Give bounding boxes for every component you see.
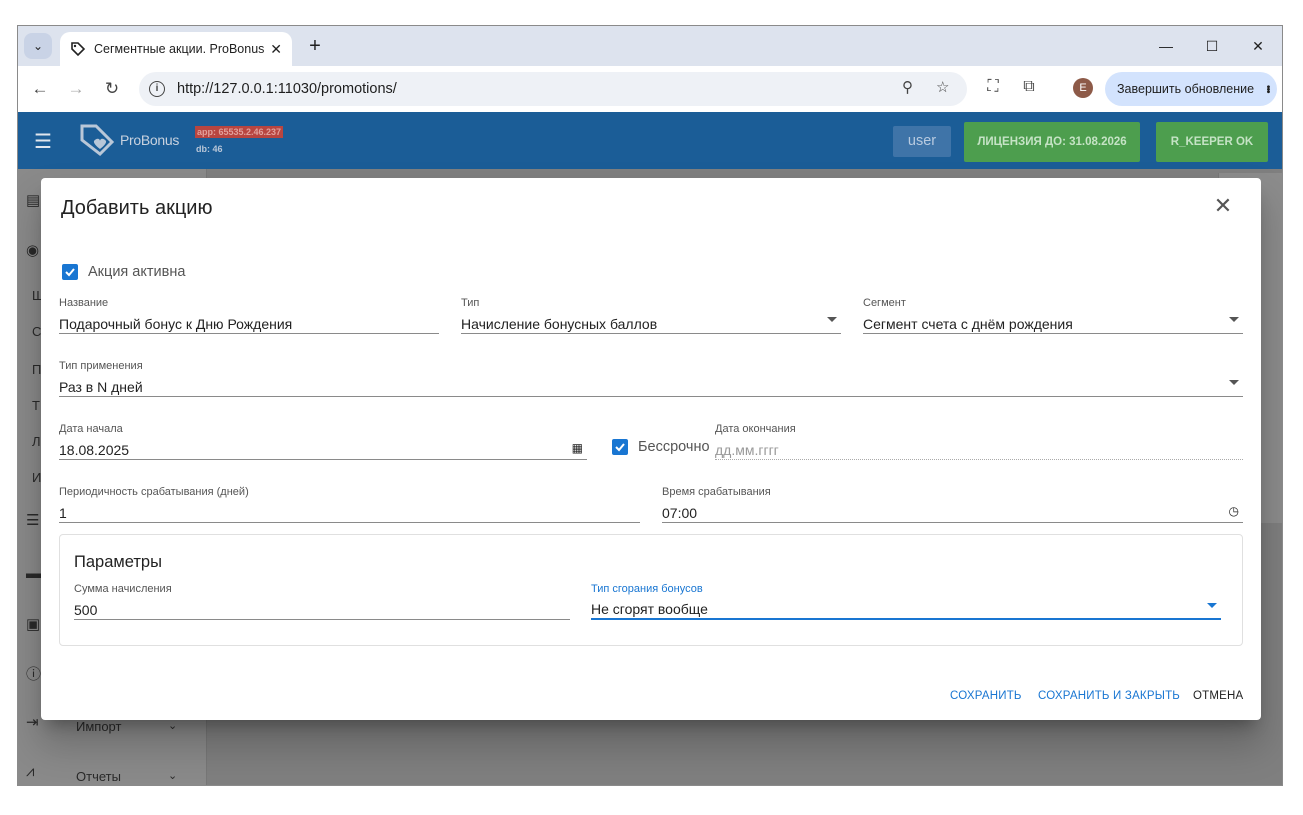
calendar-icon[interactable]: ▦: [572, 441, 583, 455]
active-checkbox[interactable]: Акция активна: [62, 264, 185, 280]
tab-title: Сегментные акции. ProBonus: [94, 42, 265, 56]
app-version: app: 65535.2.46.237: [195, 126, 284, 138]
trigger-time-input[interactable]: 07:00: [662, 503, 1243, 523]
start-date-field[interactable]: Дата начала 18.08.2025 ▦: [59, 423, 587, 460]
browser-window: ⌄ Сегментные акции. ProBonus ✕ + — ☐ ✕ ←…: [17, 25, 1283, 786]
tag-icon: [70, 41, 86, 57]
profile-avatar[interactable]: E: [1073, 78, 1093, 98]
indefinite-label: Бессрочно: [638, 439, 710, 455]
chart-icon[interactable]: ⩘: [26, 763, 44, 781]
checkbox-checked-icon[interactable]: [612, 439, 628, 455]
type-value[interactable]: Начисление бонусных баллов: [461, 314, 841, 334]
tab-strip: ⌄ Сегментные акции. ProBonus ✕ + — ☐ ✕: [18, 26, 1282, 66]
logo-tag-icon: [80, 124, 115, 156]
screenshot-icon[interactable]: ⛶: [982, 78, 1004, 96]
db-version: db: 46: [196, 144, 223, 154]
minimize-button[interactable]: —: [1146, 34, 1186, 58]
zoom-icon[interactable]: ⚲: [902, 78, 913, 96]
extensions-icon[interactable]: ⧉: [1018, 78, 1040, 96]
app-header: ☰ ProBonus app: 65535.2.46.237 db: 46 us…: [18, 112, 1282, 169]
segment-select[interactable]: Сегмент Сегмент счета с днём рождения: [863, 297, 1243, 334]
cancel-button[interactable]: ОТМЕНА: [1193, 690, 1243, 702]
start-date-input[interactable]: 18.08.2025: [59, 440, 587, 460]
name-field[interactable]: Название Подарочный бонус к Дню Рождения: [59, 297, 439, 334]
save-button[interactable]: СОХРАНИТЬ: [950, 690, 1022, 702]
end-date-field: Дата окончания дд.мм.гггг: [715, 423, 1243, 460]
probonus-logo: ProBonus: [78, 122, 179, 158]
period-field[interactable]: Периодичность срабатывания (дней) 1: [59, 486, 640, 523]
save-and-close-button[interactable]: СОХРАНИТЬ И ЗАКРЫТЬ: [1038, 690, 1180, 702]
update-button[interactable]: Завершить обновление •••: [1105, 72, 1277, 106]
sidebar-item-5[interactable]: Л: [32, 434, 41, 449]
start-date-label: Дата начала: [59, 423, 123, 435]
amount-input[interactable]: 500: [74, 600, 570, 620]
type-select[interactable]: Тип Начисление бонусных баллов: [461, 297, 841, 334]
segment-value[interactable]: Сегмент счета с днём рождения: [863, 314, 1243, 334]
trigger-time-field[interactable]: Время срабатывания 07:00 ◷: [662, 486, 1243, 523]
active-checkbox-label: Акция активна: [88, 264, 186, 280]
segment-label: Сегмент: [863, 297, 906, 309]
rkeeper-status-button[interactable]: R_KEEPER OK: [1156, 122, 1268, 162]
period-input[interactable]: 1: [59, 503, 640, 523]
logo-text: ProBonus: [120, 132, 180, 148]
sidebar-item-4[interactable]: Т: [32, 398, 40, 413]
license-button[interactable]: ЛИЦЕНЗИЯ ДО: 31.08.2026: [964, 122, 1140, 162]
reload-icon[interactable]: ↻: [100, 77, 124, 101]
burn-type-value[interactable]: Не сгорят вообще: [591, 600, 1221, 620]
checkbox-checked-icon[interactable]: [62, 264, 78, 280]
params-section: Параметры Сумма начисления 500 Тип сгора…: [59, 534, 1243, 646]
amount-label: Сумма начисления: [74, 583, 172, 595]
dropdown-arrow-icon[interactable]: [1207, 603, 1217, 608]
tab-close-icon[interactable]: ✕: [270, 41, 282, 58]
dropdown-arrow-icon[interactable]: [1229, 380, 1239, 385]
end-date-label: Дата окончания: [715, 423, 796, 435]
update-label: Завершить обновление: [1117, 82, 1255, 96]
more-vert-icon[interactable]: •••: [1262, 85, 1273, 93]
params-title: Параметры: [74, 553, 162, 571]
browser-tab[interactable]: Сегментные акции. ProBonus ✕: [60, 32, 292, 66]
dialog-title: Добавить акцию: [61, 197, 213, 219]
url-text: http://127.0.0.1:11030/promotions/: [177, 81, 397, 97]
name-label: Название: [59, 297, 109, 309]
chevron-down-icon[interactable]: ⌄: [168, 769, 177, 782]
burn-type-label: Тип сгорания бонусов: [591, 583, 703, 595]
burn-type-select[interactable]: Тип сгорания бонусов Не сгорят вообще: [591, 583, 1221, 620]
apply-type-value[interactable]: Раз в N дней: [59, 377, 1243, 397]
close-window-button[interactable]: ✕: [1238, 34, 1278, 58]
address-bar[interactable]: i http://127.0.0.1:11030/promotions/ ⚲ ☆: [139, 72, 967, 106]
forward-arrow-icon[interactable]: →: [64, 77, 88, 101]
period-label: Периодичность срабатывания (дней): [59, 486, 249, 498]
sidebar-item-6[interactable]: И: [32, 470, 41, 485]
back-arrow-icon[interactable]: ←: [28, 77, 52, 101]
user-button[interactable]: user: [893, 126, 951, 157]
type-label: Тип: [461, 297, 480, 309]
sidebar-item-2[interactable]: С: [32, 324, 41, 339]
dropdown-arrow-icon[interactable]: [1229, 317, 1239, 322]
add-promotion-dialog: Добавить акцию ✕ Акция активна Название …: [41, 178, 1261, 720]
apply-type-label: Тип применения: [59, 360, 143, 372]
sidebar-item-reports[interactable]: Отчеты: [76, 769, 121, 784]
site-info-icon[interactable]: i: [149, 81, 165, 97]
close-icon[interactable]: ✕: [1211, 194, 1235, 218]
trigger-time-label: Время срабатывания: [662, 486, 771, 498]
menu-icon[interactable]: ☰: [34, 129, 52, 154]
dropdown-arrow-icon[interactable]: [827, 317, 837, 322]
amount-field[interactable]: Сумма начисления 500: [74, 583, 570, 620]
chevron-down-icon[interactable]: ⌄: [168, 719, 177, 732]
bookmark-star-icon[interactable]: ☆: [936, 78, 949, 96]
maximize-button[interactable]: ☐: [1192, 34, 1232, 58]
sidebar-item-3[interactable]: П: [32, 362, 41, 377]
apply-type-select[interactable]: Тип применения Раз в N дней: [59, 360, 1243, 397]
indefinite-checkbox[interactable]: Бессрочно: [612, 439, 710, 455]
sidebar-item-import[interactable]: Импорт: [76, 719, 121, 734]
clock-icon[interactable]: ◷: [1229, 504, 1239, 518]
new-tab-button[interactable]: +: [302, 34, 328, 60]
browser-toolbar: ← → ↻ i http://127.0.0.1:11030/promotion…: [18, 66, 1282, 112]
chevron-down-icon: ⌄: [32, 39, 44, 53]
tab-search-button[interactable]: ⌄: [24, 33, 52, 59]
end-date-input: дд.мм.гггг: [715, 440, 1243, 460]
name-input[interactable]: Подарочный бонус к Дню Рождения: [59, 314, 439, 334]
